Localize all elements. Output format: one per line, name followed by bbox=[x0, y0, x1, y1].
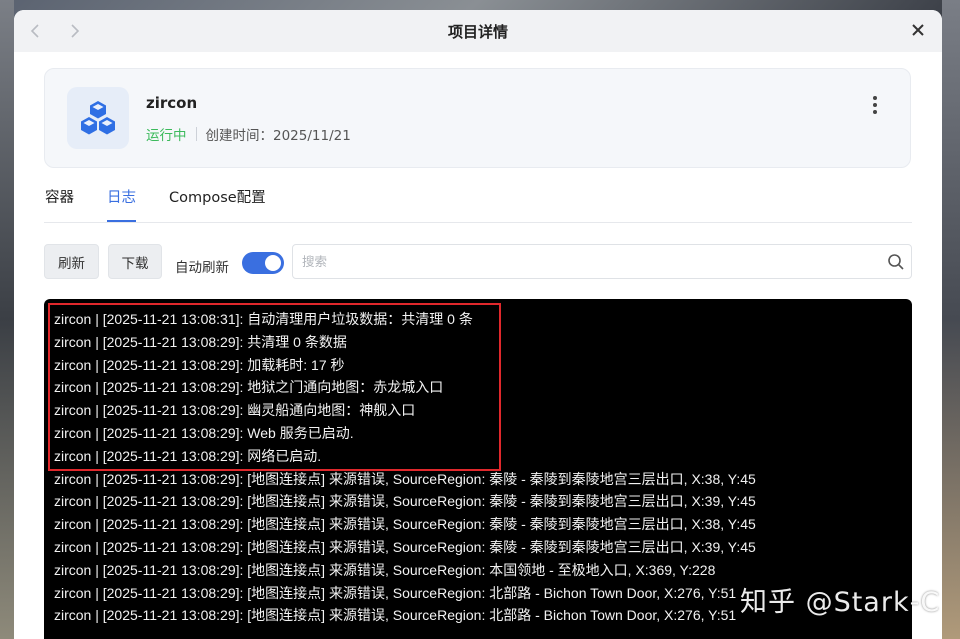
search-box bbox=[292, 244, 912, 279]
created-time: 创建时间：2025/11/21 bbox=[205, 128, 351, 144]
search-icon[interactable] bbox=[887, 253, 905, 271]
log-line: zircon | [2025-11-21 13:08:29]: [地图连接点] … bbox=[54, 538, 756, 555]
status-badge: 运行中 bbox=[146, 128, 187, 144]
log-line: zircon | [2025-11-21 13:08:29]: [地图连接点] … bbox=[54, 516, 756, 533]
log-line: zircon | [2025-11-21 13:08:29]: 共清理 0 条数… bbox=[54, 333, 347, 350]
more-dot-icon bbox=[873, 110, 877, 114]
title-bar: 项目详情 bbox=[14, 10, 942, 52]
status-row: 运行中 创建时间：2025/11/21 bbox=[146, 124, 351, 144]
app-icon bbox=[67, 87, 129, 149]
log-line: zircon | [2025-11-21 13:08:29]: [地图连接点] … bbox=[54, 470, 756, 487]
tab-bar: 容器 日志 Compose配置 bbox=[45, 186, 266, 222]
project-card: zircon 运行中 创建时间：2025/11/21 bbox=[44, 68, 911, 168]
nav-buttons bbox=[26, 21, 84, 41]
log-toolbar: 刷新 下载 自动刷新 bbox=[44, 244, 912, 280]
log-line: zircon | [2025-11-21 13:08:29]: [地图连接点] … bbox=[54, 493, 756, 510]
window-title: 项目详情 bbox=[447, 22, 508, 41]
log-line: zircon | [2025-11-21 13:08:29]: Web 服务已启… bbox=[54, 424, 354, 441]
close-icon bbox=[912, 24, 924, 36]
auto-refresh-toggle[interactable] bbox=[242, 252, 284, 274]
more-dot-icon bbox=[873, 96, 877, 100]
refresh-button[interactable]: 刷新 bbox=[44, 244, 99, 279]
log-line: zircon | [2025-11-21 13:08:29]: 地狱之门通向地图… bbox=[54, 379, 444, 396]
tab-containers[interactable]: 容器 bbox=[45, 186, 74, 222]
tab-logs[interactable]: 日志 bbox=[107, 186, 136, 222]
status-divider bbox=[195, 127, 197, 141]
log-line: zircon | [2025-11-21 13:08:29]: 加载耗时: 17… bbox=[54, 356, 345, 373]
project-detail-window: 项目详情 zircon 运行中 创建时间：2025/11/21 容器 日志 Co… bbox=[14, 10, 942, 639]
more-dot-icon bbox=[873, 103, 877, 107]
log-line: zircon | [2025-11-21 13:08:29]: 幽灵船通向地图：… bbox=[54, 402, 416, 419]
search-input[interactable] bbox=[302, 254, 862, 269]
log-line: zircon | [2025-11-21 13:08:31]: 自动清理用户垃圾… bbox=[54, 311, 473, 327]
auto-refresh-label: 自动刷新 bbox=[175, 260, 229, 276]
chevron-left-icon bbox=[30, 24, 39, 38]
tab-divider bbox=[44, 222, 912, 223]
cubes-icon bbox=[81, 101, 115, 135]
tab-compose-config[interactable]: Compose配置 bbox=[169, 186, 266, 222]
background-right bbox=[942, 0, 960, 639]
download-button[interactable]: 下载 bbox=[108, 244, 162, 279]
forward-button[interactable] bbox=[66, 21, 84, 41]
back-button[interactable] bbox=[26, 21, 44, 41]
close-button[interactable] bbox=[908, 20, 928, 40]
watermark: 知乎 @Stark-C bbox=[740, 587, 941, 618]
background-left bbox=[0, 0, 14, 639]
project-name: zircon bbox=[146, 94, 198, 112]
chevron-right-icon bbox=[71, 24, 80, 38]
log-line: zircon | [2025-11-21 13:08:29]: [地图连接点] … bbox=[54, 561, 716, 578]
more-options-button[interactable] bbox=[866, 93, 884, 117]
log-line: zircon | [2025-11-21 13:08:29]: 网络已启动. bbox=[54, 447, 322, 464]
